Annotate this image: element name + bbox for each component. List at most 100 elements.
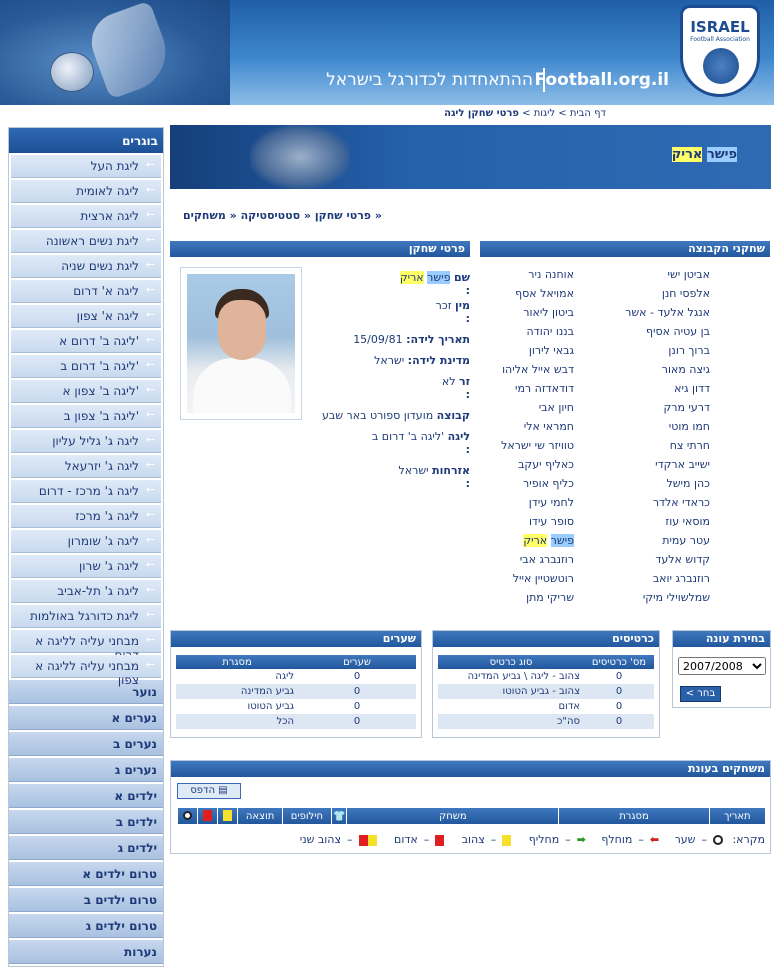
team-player-link[interactable]: כאליף יעקב [464, 455, 574, 474]
tab-details[interactable]: פרטי שחקן [315, 209, 371, 222]
sidebar-item[interactable]: ← ליגת נשים ראשונה [11, 230, 161, 253]
sidebar-item[interactable]: ← ליגה ג' שומרון [11, 530, 161, 553]
sidebar-category[interactable]: ילדים ב [9, 810, 163, 834]
sidebar-item[interactable]: ← ליגה ג' שרון [11, 555, 161, 578]
sidebar-category[interactable]: נערים ב [9, 732, 163, 756]
team-player-link[interactable]: דודאדזה רמי [464, 379, 574, 398]
team-player-link[interactable]: מוסאי עוז [570, 512, 710, 531]
team-player-link[interactable]: קדוש אלעד [570, 550, 710, 569]
sidebar-category[interactable]: נערים א [9, 706, 163, 730]
sidebar-item[interactable]: ← ליגת נשים שניה [11, 255, 161, 278]
sidebar-item[interactable]: ← ליגה ארצית [11, 205, 161, 228]
sidebar-item[interactable]: ← 'ליגה ב' דרום א [11, 330, 161, 353]
print-button[interactable]: ▤ הדפס [177, 783, 241, 799]
site-name[interactable]: ההתאחדות לכדורגל בישראל [326, 70, 533, 90]
select-season-button[interactable]: בחר > [680, 686, 721, 702]
team-player-link[interactable]: ביטון ליאור [464, 303, 574, 322]
legend-text: מוחלף [601, 833, 633, 846]
team-player-current[interactable]: פישר אריק [464, 531, 574, 550]
team-player-link[interactable]: דבש אייל אליהו [464, 360, 574, 379]
arrow-left-icon: ← [145, 433, 155, 446]
team-player-link[interactable]: סופר עידו [464, 512, 574, 531]
team-player-link[interactable]: כראדי אלדר [570, 493, 710, 512]
team-player-link[interactable]: רוזנברג אבי [464, 550, 574, 569]
sidebar-item[interactable]: ← 'ליגה ב' צפון א [11, 380, 161, 403]
breadcrumb-sep: > [555, 108, 570, 119]
sidebar-item[interactable]: ← 'ליגה ב' דרום ב [11, 355, 161, 378]
season-select[interactable]: 2007/2008 [678, 657, 766, 675]
team-player-link[interactable]: בננו יהודה [464, 322, 575, 341]
team-player-link[interactable]: אמויאל אסף [464, 284, 574, 303]
sidebar-category[interactable]: טרום ילדים א [9, 862, 163, 886]
tab-stats[interactable]: סטטיסטיקה [241, 209, 301, 222]
team-player-link[interactable]: חמו מוטי [570, 417, 710, 436]
sidebar-item-label: ליגת העל [90, 159, 139, 173]
team-player-link[interactable]: לחמי עידן [464, 493, 574, 512]
team-player-link[interactable]: ברוך רונן [570, 341, 710, 360]
sidebar-item[interactable]: ← ליגה א' צפון [11, 305, 161, 328]
field-label: תאריך לידה [410, 333, 471, 346]
site-domain[interactable]: Football.org.il [534, 70, 669, 90]
arrow-left-icon: ← [145, 483, 155, 496]
cards-title: כרטיסים [433, 631, 659, 647]
team-player-link[interactable]: חמראי אלי [464, 417, 574, 436]
team-player-link[interactable]: אלפסי חנן [570, 284, 710, 303]
sidebar-item[interactable]: ← מבחני עליה לליגה א צפון [11, 655, 161, 687]
sidebar-item[interactable]: ← 'ליגה ב' צפון ב [11, 405, 161, 428]
team-player-link[interactable]: אביטן ישי [570, 265, 710, 284]
sidebar-item[interactable]: ← ליגה ג' יזרעאל [11, 455, 161, 478]
logo-title: ISRAEL [690, 18, 750, 36]
ifa-logo[interactable]: ISRAEL Football Association [680, 5, 760, 97]
sidebar-item[interactable]: ←מבחני עליה לליגה א דרום [11, 630, 161, 662]
sidebar-item[interactable]: ← ליגה ג' גליל עליון [11, 430, 161, 453]
table-cell: 0 [615, 671, 623, 682]
breadcrumb-home[interactable]: דף הבית [570, 108, 606, 119]
sidebar-header[interactable]: בוגרים [9, 128, 163, 153]
sidebar-category[interactable]: ילדים ג [9, 836, 163, 860]
field-value[interactable]: מועדון ספורט באר שבע [322, 409, 433, 422]
sidebar-category[interactable]: נערים ג [9, 758, 163, 782]
team-player-link[interactable]: רוזנברג יואב [570, 569, 710, 588]
sidebar-item[interactable]: ← ליגה ג' מרכז - דרום [11, 480, 161, 503]
sidebar-item[interactable]: ← ליגה לאומית [11, 180, 161, 203]
sidebar-category[interactable]: נוער [9, 680, 163, 704]
team-player-link[interactable]: בן עטיה אסיף [570, 322, 710, 341]
sidebar-item[interactable]: ← ליגה א' דרום [11, 280, 161, 303]
team-player-link[interactable]: גבאי לירון [464, 341, 574, 360]
team-player-link[interactable]: שמלשוילי מיקי [570, 588, 710, 607]
team-player-link[interactable]: חרתי צח [570, 436, 710, 455]
team-player-link[interactable]: דרעי מרק [570, 398, 710, 417]
sidebar-category[interactable]: נערות [9, 940, 163, 964]
sidebar-item[interactable]: ← ליגה ג' תל-אביב [11, 580, 161, 603]
team-player-link[interactable]: טוויזר שי ישראל [464, 436, 574, 455]
team-player-link[interactable]: דדון גיא [570, 379, 710, 398]
breadcrumb-leagues[interactable]: ליגות [534, 108, 555, 119]
team-player-link[interactable]: כליף אופיר [464, 474, 574, 493]
team-player-link[interactable]: חיון אבי [464, 398, 574, 417]
team-player-link[interactable]: שריקי מתן [464, 588, 574, 607]
sidebar-item-label: ליגת נשים ראשונה [45, 234, 139, 248]
team-player-link[interactable]: אנגל אלעד - אשר [570, 303, 710, 322]
site-title[interactable]: Football.org.il ההתאחדות לכדורגל בישראל [230, 68, 675, 94]
team-player-link[interactable]: כהן מישל [570, 474, 710, 493]
team-player-link[interactable]: עטר עמית [570, 531, 710, 550]
sidebar-item[interactable]: ← ליגת העל [11, 155, 161, 178]
field-value: ישראל [398, 464, 429, 477]
table-cell: 0 [584, 684, 654, 699]
arrow-left-icon: ← [145, 583, 155, 596]
goals-title: שערים [171, 631, 421, 647]
sidebar-item[interactable]: ← ליגת כדורגל באולמות [11, 605, 161, 628]
team-player-link[interactable]: גיצה מאור [570, 360, 710, 379]
field-colon: : [465, 477, 470, 490]
team-player-link[interactable]: רוטשטיין אייל [464, 569, 574, 588]
sidebar-item[interactable]: ← ליגה ג' מרכז [11, 505, 161, 528]
legend-text: צהוב [461, 833, 485, 846]
tab-games[interactable]: משחקים [183, 209, 226, 222]
sidebar-category[interactable]: טרום ילדים ב [9, 888, 163, 912]
sidebar-category[interactable]: טרום ילדים ג [9, 914, 163, 938]
field-value[interactable]: 'ליגה ב' דרום ב [372, 430, 444, 443]
team-player-link[interactable]: ישייב ארקדי [570, 455, 710, 474]
print-label: הדפס [190, 785, 216, 796]
sidebar-category[interactable]: ילדים א [9, 784, 163, 808]
team-player-link[interactable]: אוחנה ניר [464, 265, 574, 284]
